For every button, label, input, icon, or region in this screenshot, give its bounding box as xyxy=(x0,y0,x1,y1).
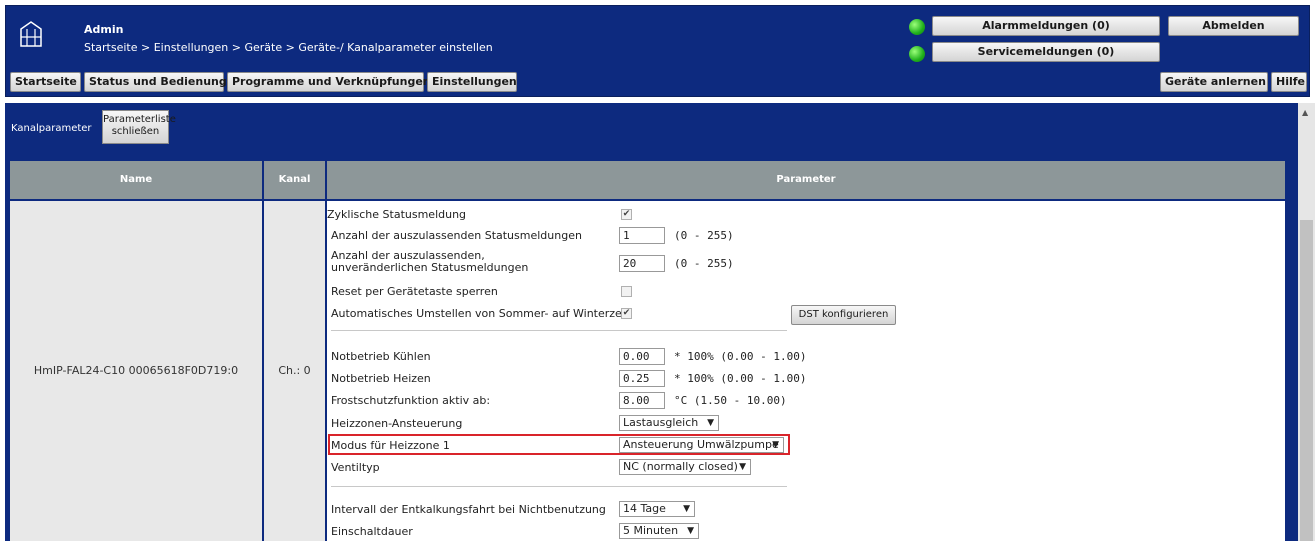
reset-lock-checkbox[interactable] xyxy=(621,286,632,297)
channel-parameter-label: Kanalparameter xyxy=(11,123,92,134)
emergency-heat-input[interactable]: 0.25 xyxy=(619,370,665,387)
section-divider-1 xyxy=(331,330,787,331)
close-parameter-list-button[interactable]: Parameterliste schließen xyxy=(102,110,176,144)
decalc-interval-label: Intervall der Entkalkungsfahrt bei Nicht… xyxy=(331,503,606,516)
decalc-interval-select[interactable]: 14 Tage ▼ xyxy=(619,501,695,517)
emergency-cool-range: * 100% (0.00 - 1.00) xyxy=(674,350,807,363)
reset-lock-label: Reset per Gerätetaste sperren xyxy=(331,285,498,298)
device-name-cell: HmIP-FAL24-C10 00065618F0D719:0 xyxy=(10,201,262,541)
user-name: Admin xyxy=(84,23,124,36)
zone-mode-select[interactable]: Ansteuerung Umwälzpumpe ▼ xyxy=(619,437,784,453)
close-list-line-1: Parameterliste xyxy=(103,114,176,125)
decalc-interval-value: 14 Tage xyxy=(623,502,666,515)
nav-programs-button[interactable]: Programme und Verknüpfungen xyxy=(227,72,431,92)
cyclic-status-label: Zyklische Statusmeldung xyxy=(327,208,467,221)
skip-status-input[interactable]: 1 xyxy=(619,227,665,244)
zone-mode-label: Modus für Heizzone 1 xyxy=(331,439,450,452)
on-duration-value: 5 Minuten xyxy=(623,524,679,537)
valve-type-value: NC (normally closed) xyxy=(623,460,738,473)
breadcrumb: Startseite > Einstellungen > Geräte > Ge… xyxy=(84,41,493,54)
chevron-down-icon: ▼ xyxy=(683,504,690,514)
alarm-status-led xyxy=(909,19,925,35)
help-button[interactable]: Hilfe xyxy=(1271,72,1307,92)
section-divider-2 xyxy=(331,486,787,487)
service-status-led xyxy=(909,46,925,62)
valve-type-select[interactable]: NC (normally closed) ▼ xyxy=(619,459,751,475)
emergency-cool-label: Notbetrieb Kühlen xyxy=(331,350,431,363)
frost-input[interactable]: 8.00 xyxy=(619,392,665,409)
frost-range: °C (1.50 - 10.00) xyxy=(674,394,787,407)
column-header-channel: Kanal xyxy=(264,161,325,199)
emergency-cool-input[interactable]: 0.00 xyxy=(619,348,665,365)
channel-cell: Ch.: 0 xyxy=(264,201,325,541)
house-logo-icon xyxy=(20,21,42,47)
service-messages-button[interactable]: Servicemeldungen (0) xyxy=(932,42,1160,62)
dst-auto-checkbox[interactable]: ✔ xyxy=(621,308,632,319)
skip-unchanged-range: (0 - 255) xyxy=(674,257,734,270)
on-duration-select[interactable]: 5 Minuten ▼ xyxy=(619,523,699,539)
parameter-table: Name Kanal Parameter HmIP-FAL24-C10 0006… xyxy=(5,151,1298,541)
scrollbar-thumb[interactable] xyxy=(1300,220,1313,541)
emergency-heat-range: * 100% (0.00 - 1.00) xyxy=(674,372,807,385)
nav-home-button[interactable]: Startseite xyxy=(10,72,81,92)
dst-auto-label: Automatisches Umstellen von Sommer- auf … xyxy=(331,307,630,320)
chevron-down-icon: ▼ xyxy=(707,418,714,428)
dst-configure-button[interactable]: DST konfigurieren xyxy=(791,305,896,325)
teach-devices-button[interactable]: Geräte anlernen xyxy=(1160,72,1268,92)
cyclic-status-checkbox[interactable]: ✔ xyxy=(621,209,632,220)
channel-value: Ch.: 0 xyxy=(278,364,311,377)
emergency-heat-label: Notbetrieb Heizen xyxy=(331,372,431,385)
skip-unchanged-label-line2: unveränderlichen Statusmeldungen xyxy=(331,261,529,274)
close-list-line-2: schließen xyxy=(111,126,160,137)
skip-status-range: (0 - 255) xyxy=(674,229,734,242)
channel-parameter-bar: Kanalparameter Parameterliste schließen xyxy=(5,103,1298,151)
column-header-name: Name xyxy=(10,161,262,199)
scroll-up-icon[interactable]: ▲ xyxy=(1302,108,1308,117)
parameter-cell: Zyklische Statusmeldung ✔ Anzahl der aus… xyxy=(327,201,1285,541)
top-header: Admin Startseite > Einstellungen > Gerät… xyxy=(5,5,1310,97)
nav-status-button[interactable]: Status und Bedienung xyxy=(84,72,227,92)
zone-control-label: Heizzonen-Ansteuerung xyxy=(331,417,463,430)
skip-status-label: Anzahl der auszulassenden Statusmeldunge… xyxy=(331,229,582,242)
nav-settings-button[interactable]: Einstellungen xyxy=(427,72,517,92)
chevron-down-icon: ▼ xyxy=(739,462,746,472)
column-header-parameter: Parameter xyxy=(327,161,1285,199)
zone-mode-value: Ansteuerung Umwälzpumpe xyxy=(623,438,779,451)
zone-control-value: Lastausgleich xyxy=(623,416,699,429)
on-duration-label: Einschaltdauer xyxy=(331,525,413,538)
zone-control-select[interactable]: Lastausgleich ▼ xyxy=(619,415,719,431)
chevron-down-icon: ▼ xyxy=(772,440,779,450)
device-name: HmIP-FAL24-C10 00065618F0D719:0 xyxy=(33,364,239,377)
frost-label: Frostschutzfunktion aktiv ab: xyxy=(331,394,491,407)
skip-unchanged-input[interactable]: 20 xyxy=(619,255,665,272)
valve-type-label: Ventiltyp xyxy=(331,461,380,474)
chevron-down-icon: ▼ xyxy=(687,526,694,536)
logout-button[interactable]: Abmelden xyxy=(1168,16,1299,36)
alarm-messages-button[interactable]: Alarmmeldungen (0) xyxy=(932,16,1160,36)
